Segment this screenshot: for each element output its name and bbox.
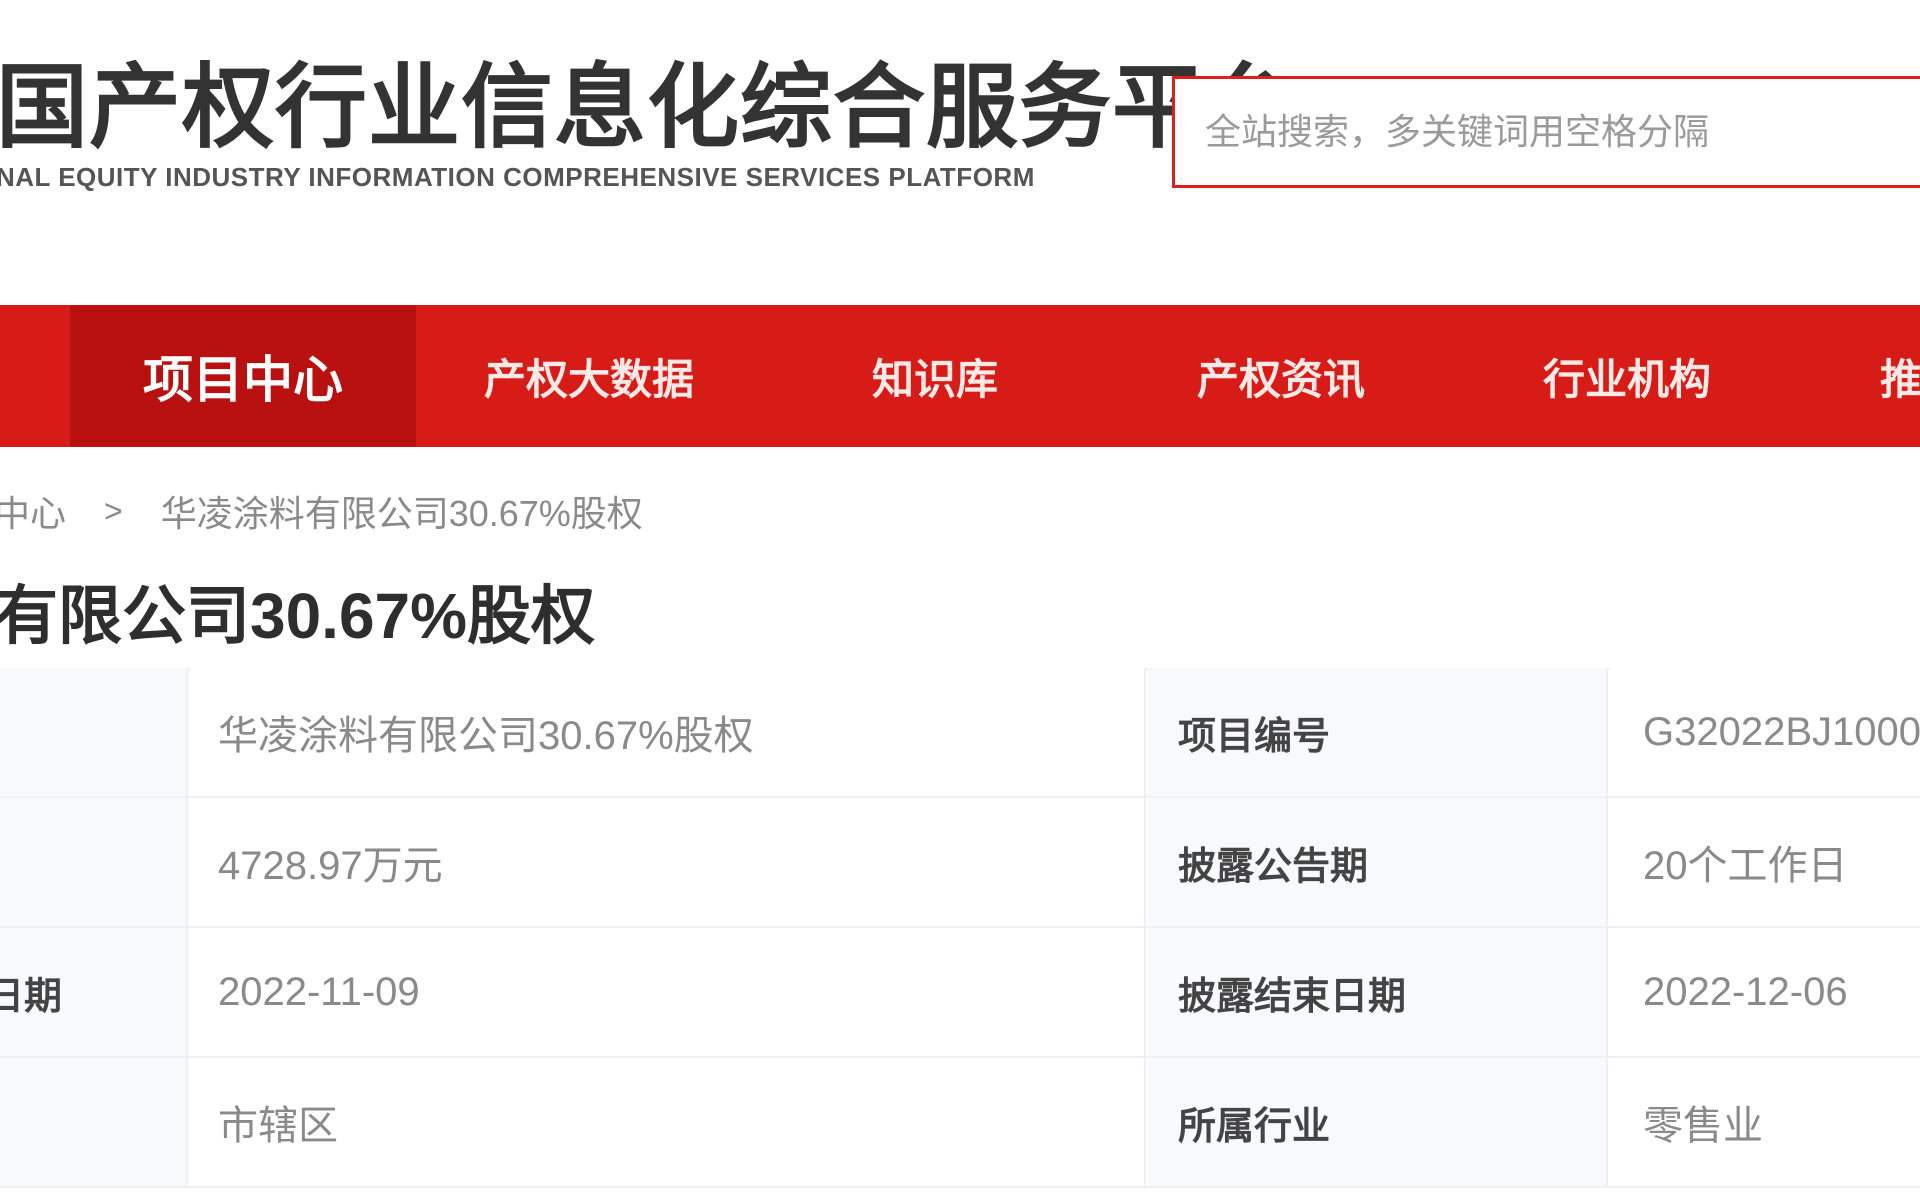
nav-item-industry-institutions[interactable]: 行业机构	[1454, 305, 1800, 447]
label-cell: 披露公告期	[1148, 798, 1608, 926]
search-box	[1172, 76, 1920, 188]
table-row: 市辖区 所属行业 零售业	[0, 1058, 1920, 1188]
project-info-table: 华凌涂料有限公司30.67%股权 项目编号 G32022BJ1000 4728.…	[0, 668, 1920, 1188]
value-cell: 20个工作日	[1610, 798, 1920, 926]
nav-item-equity-news[interactable]: 产权资讯	[1108, 305, 1454, 447]
value-cell: 市辖区	[190, 1058, 1146, 1186]
label-cell	[0, 668, 188, 796]
breadcrumb: 中心 > 华凌涂料有限公司30.67%股权	[0, 485, 643, 537]
value-cell: 2022-11-09	[190, 928, 1146, 1056]
nav-item-equity-big-data[interactable]: 产权大数据	[416, 305, 762, 447]
main-nav: 项目中心 产权大数据 知识库 产权资讯 行业机构 推	[0, 305, 1920, 447]
label-cell: 所属行业	[1148, 1058, 1608, 1186]
table-row: 华凌涂料有限公司30.67%股权 项目编号 G32022BJ1000	[0, 668, 1920, 798]
nav-item-knowledge-base[interactable]: 知识库	[762, 305, 1108, 447]
label-cell	[0, 798, 188, 926]
nav-item-partial[interactable]: 推	[1880, 305, 1920, 447]
page-title: 有限公司30.67%股权	[0, 580, 596, 652]
value-cell: 零售业	[1610, 1058, 1920, 1186]
search-input[interactable]	[1205, 79, 1920, 185]
label-text: 日期	[0, 975, 63, 1018]
breadcrumb-separator: >	[104, 492, 123, 529]
value-cell: 华凌涂料有限公司30.67%股权	[190, 668, 1146, 796]
value-cell: 2022-12-06	[1610, 928, 1920, 1056]
label-cell: 披露结束日期	[1148, 928, 1608, 1056]
value-cell: G32022BJ1000	[1610, 668, 1920, 796]
value-cell: 4728.97万元	[190, 798, 1146, 926]
breadcrumb-parent[interactable]: 中心	[0, 485, 66, 537]
site-subtitle: NAL EQUITY INDUSTRY INFORMATION COMPREHE…	[0, 162, 1035, 192]
label-cell: 项目编号	[1148, 668, 1608, 796]
label-cell: 日期	[0, 928, 188, 1056]
site-title: 国产权行业信息化综合服务平台	[0, 57, 1299, 159]
nav-item-project-center[interactable]: 项目中心	[70, 305, 416, 447]
breadcrumb-current: 华凌涂料有限公司30.67%股权	[160, 493, 643, 534]
table-row: 日期 2022-11-09 披露结束日期 2022-12-06	[0, 928, 1920, 1058]
label-cell	[0, 1058, 188, 1186]
table-row: 4728.97万元 披露公告期 20个工作日	[0, 798, 1920, 928]
